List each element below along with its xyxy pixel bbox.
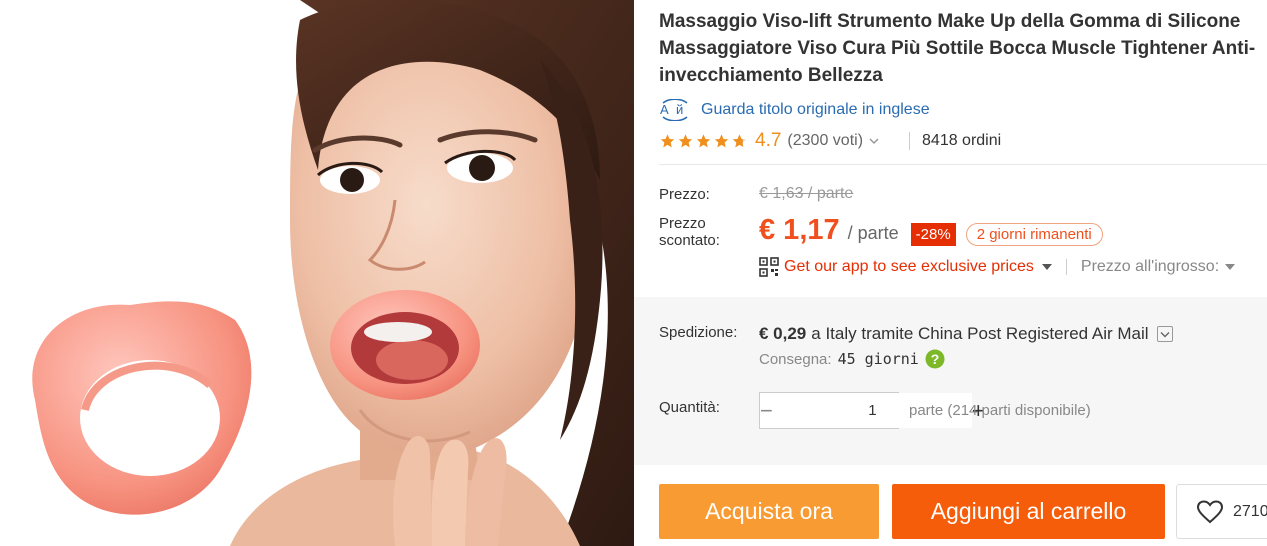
view-original-title-link[interactable]: Guarda titolo originale in inglese bbox=[701, 101, 930, 119]
days-left-badge: 2 giorni rimanenti bbox=[965, 223, 1103, 246]
rating-value: 4.7 bbox=[755, 130, 782, 151]
shipping-dropdown-button[interactable] bbox=[1156, 326, 1173, 342]
svg-text:?: ? bbox=[931, 351, 940, 367]
chevron-down-icon bbox=[1160, 331, 1170, 337]
original-price-label: Prezzo: bbox=[659, 185, 710, 203]
delivery-row: Consegna: 45 giorni ? bbox=[759, 349, 1173, 369]
app-exclusive-prices-link[interactable]: Get our app to see exclusive prices bbox=[784, 258, 1034, 276]
shipping-method: a Italy tramite China Post Registered Ai… bbox=[811, 324, 1149, 343]
original-price-row: Prezzo: € 1,63 / parte bbox=[659, 184, 853, 204]
qr-code-icon bbox=[759, 257, 779, 277]
star-icon bbox=[660, 134, 675, 148]
translate-icon: A й bbox=[660, 99, 688, 121]
current-price: € 1,17 bbox=[759, 214, 840, 246]
wishlist-button[interactable]: 2710 bbox=[1176, 484, 1267, 539]
star-icon bbox=[732, 134, 747, 148]
star-icon bbox=[714, 134, 729, 148]
quantity-row: Quantità: − + parte (214 parti disponibi… bbox=[659, 392, 1091, 429]
caret-down-icon[interactable] bbox=[1041, 264, 1052, 270]
quantity-label: Quantità: bbox=[659, 399, 720, 416]
shipping-row: Spedizione: € 0,29 a Italy tramite China… bbox=[659, 322, 1173, 369]
star-icon bbox=[678, 134, 693, 148]
svg-text:A: A bbox=[660, 102, 669, 117]
divider bbox=[659, 164, 1267, 165]
product-details: Massaggio Viso-lift Strumento Make Up de… bbox=[634, 0, 1267, 546]
star-icon bbox=[696, 134, 711, 148]
wholesale-price-toggle[interactable]: Prezzo all'ingrosso: bbox=[1081, 258, 1219, 276]
product-photo bbox=[32, 0, 634, 546]
purchase-actions: Acquista ora Aggiungi al carrello 2710 bbox=[659, 484, 1267, 539]
add-to-cart-button[interactable]: Aggiungi al carrello bbox=[892, 484, 1165, 539]
help-icon[interactable]: ? bbox=[925, 349, 945, 369]
caret-down-icon[interactable] bbox=[1225, 264, 1236, 270]
shipping-label: Spedizione: bbox=[659, 324, 738, 341]
product-title: Massaggio Viso-lift Strumento Make Up de… bbox=[659, 11, 1256, 86]
votes-count[interactable]: (2300 voti) bbox=[787, 132, 863, 150]
shipping-price: € 0,29 bbox=[759, 324, 807, 343]
app-promo-row: Get our app to see exclusive prices Prez… bbox=[759, 255, 1267, 279]
price-unit: / parte bbox=[847, 223, 899, 243]
quantity-stepper: − + bbox=[759, 392, 985, 429]
shipping-option[interactable]: € 0,29 a Italy tramite China Post Regist… bbox=[759, 322, 1173, 346]
buy-now-button[interactable]: Acquista ora bbox=[659, 484, 879, 539]
discount-price-label: Prezzo scontato: bbox=[659, 215, 720, 249]
product-image[interactable] bbox=[0, 0, 634, 546]
delivery-label: Consegna: bbox=[759, 350, 832, 368]
delivery-days: 45 giorni bbox=[837, 350, 919, 368]
wishlist-count: 2710 bbox=[1233, 502, 1267, 520]
chevron-down-icon[interactable] bbox=[869, 137, 879, 145]
divider bbox=[909, 132, 911, 150]
translate-row: A й Guarda titolo originale in inglese bbox=[659, 98, 930, 122]
orders-count: 8418 ordini bbox=[922, 132, 1002, 149]
discount-badge: -28% bbox=[910, 223, 956, 246]
original-price: € 1,63 / parte bbox=[759, 185, 854, 202]
divider bbox=[1065, 259, 1067, 275]
discount-price-row: Prezzo scontato: € 1,17 / parte -28% 2 g… bbox=[659, 213, 1103, 249]
svg-text:й: й bbox=[676, 102, 683, 117]
quantity-decrease-button[interactable]: − bbox=[760, 393, 773, 428]
rating-stars bbox=[659, 133, 749, 149]
available-quantity: parte (214 parti disponibile) bbox=[909, 402, 1091, 419]
heart-icon bbox=[1196, 499, 1224, 523]
rating-row: 4.7 (2300 voti) 8418 ordini bbox=[659, 129, 1267, 153]
